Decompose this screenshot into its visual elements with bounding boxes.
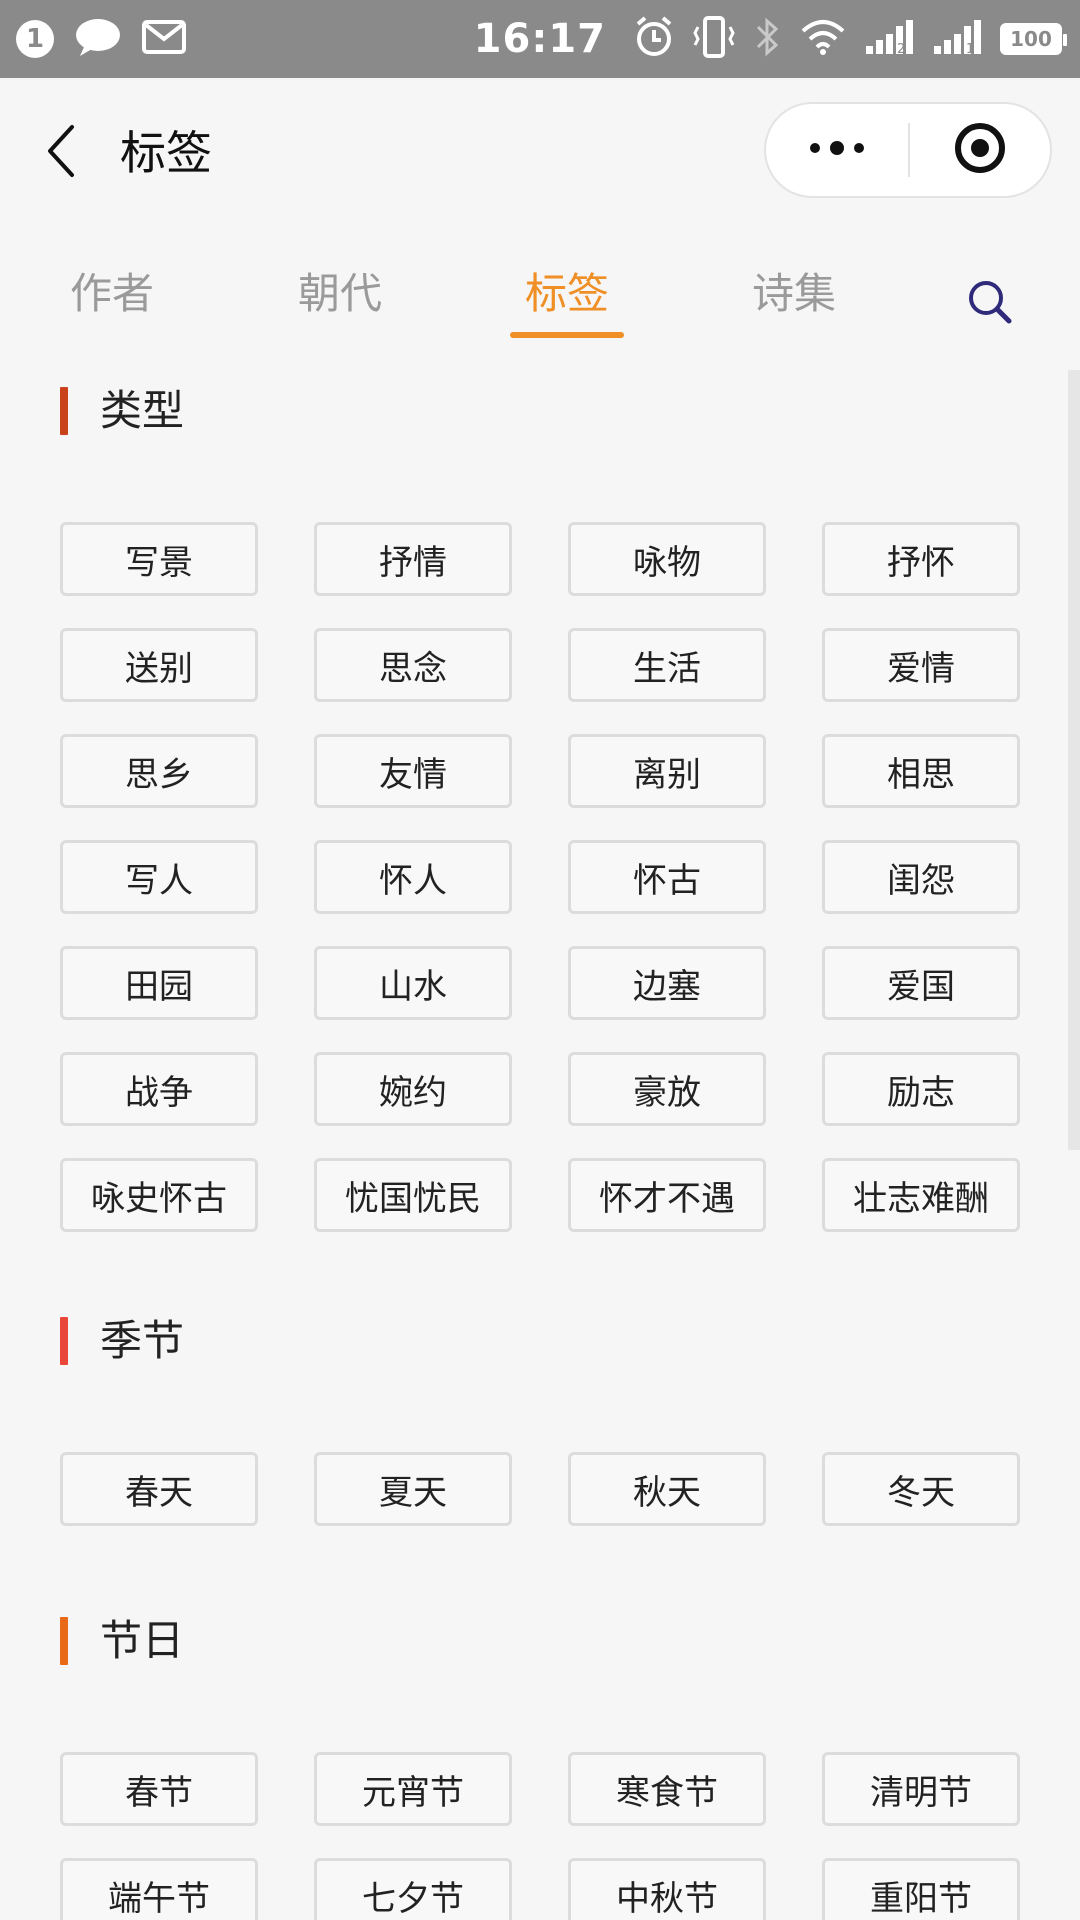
tag-grid-festival: 春节 元宵节 寒食节 清明节端午节 七夕节 中秋节 重阳节: [60, 1752, 1020, 1920]
tab-collections[interactable]: 诗集: [724, 252, 864, 340]
category-tabs: 作者 朝代 标签 诗集: [0, 252, 1080, 344]
tag-button[interactable]: 咏物: [568, 522, 766, 596]
tag-button[interactable]: 励志: [822, 1052, 1020, 1126]
section-header-season: 季节: [60, 1316, 184, 1366]
tab-tags[interactable]: 标签: [497, 252, 637, 340]
signal-sim2-icon: 2: [864, 18, 914, 60]
tab-dynasty[interactable]: 朝代: [270, 252, 410, 340]
tag-button[interactable]: 抒怀: [822, 522, 1020, 596]
back-chevron-icon: [44, 123, 78, 183]
tag-button[interactable]: 爱国: [822, 946, 1020, 1020]
tag-button[interactable]: 怀古: [568, 840, 766, 914]
tag-button[interactable]: 思念: [314, 628, 512, 702]
section-accent-bar: [60, 1317, 68, 1365]
tag-grid-type: 写景 抒情 咏物 抒怀送别 思念 生活 爱情思乡 友情 离别 相思写人 怀人 怀古 闺怨田园 山水 边塞 爱国…: [60, 522, 1020, 1232]
wifi-icon: [800, 18, 846, 60]
clock: 16:17: [473, 16, 606, 62]
tag-button[interactable]: 清明节: [822, 1752, 1020, 1826]
tag-button[interactable]: 春节: [60, 1752, 258, 1826]
tab-author[interactable]: 作者: [42, 252, 182, 340]
chat-icon: [74, 17, 122, 61]
vibrate-icon: [692, 15, 736, 63]
tag-button[interactable]: 婉约: [314, 1052, 512, 1126]
tag-button[interactable]: 思乡: [60, 734, 258, 808]
tag-button[interactable]: 七夕节: [314, 1858, 512, 1920]
tag-button[interactable]: 豪放: [568, 1052, 766, 1126]
section-accent-bar: [60, 387, 68, 435]
signal-sim1-icon: 1: [932, 18, 982, 60]
tag-button[interactable]: 写景: [60, 522, 258, 596]
tag-button[interactable]: 山水: [314, 946, 512, 1020]
mail-icon: [142, 20, 186, 58]
tag-button[interactable]: 抒情: [314, 522, 512, 596]
tag-button[interactable]: 边塞: [568, 946, 766, 1020]
tag-button[interactable]: 秋天: [568, 1452, 766, 1526]
tag-button[interactable]: 春天: [60, 1452, 258, 1526]
active-tab-indicator: [510, 332, 624, 338]
section-accent-bar: [60, 1617, 68, 1665]
tag-button[interactable]: 爱情: [822, 628, 1020, 702]
tag-button[interactable]: 壮志难酬: [822, 1158, 1020, 1232]
notification-badge: 1: [16, 20, 54, 58]
tag-button[interactable]: 中秋节: [568, 1858, 766, 1920]
tag-button[interactable]: 生活: [568, 628, 766, 702]
tag-button[interactable]: 送别: [60, 628, 258, 702]
close-button[interactable]: [910, 104, 1050, 196]
svg-text:1: 1: [966, 42, 974, 56]
tag-grid-season: 春天 夏天 秋天 冬天: [60, 1452, 1020, 1526]
more-dots-icon: [805, 138, 869, 162]
tag-button[interactable]: 战争: [60, 1052, 258, 1126]
bluetooth-icon: [754, 16, 782, 62]
status-left: 1: [16, 18, 186, 60]
tag-button[interactable]: 相思: [822, 734, 1020, 808]
search-icon: [966, 278, 1014, 330]
tag-button[interactable]: 重阳节: [822, 1858, 1020, 1920]
tag-button[interactable]: 怀人: [314, 840, 512, 914]
mini-program-capsule: [764, 102, 1052, 198]
search-button[interactable]: [960, 274, 1020, 334]
tag-button[interactable]: 元宵节: [314, 1752, 512, 1826]
section-title: 节日: [100, 1616, 185, 1665]
target-close-icon: [953, 121, 1007, 179]
tag-button[interactable]: 端午节: [60, 1858, 258, 1920]
tag-button[interactable]: 离别: [568, 734, 766, 808]
section-header-type: 类型: [60, 386, 184, 436]
section-header-festival: 节日: [60, 1616, 184, 1666]
page-title: 标签: [120, 126, 212, 180]
section-title: 季节: [100, 1316, 185, 1365]
more-button[interactable]: [766, 104, 908, 196]
svg-text:2: 2: [897, 42, 905, 56]
tag-button[interactable]: 田园: [60, 946, 258, 1020]
tag-button[interactable]: 忧国忧民: [314, 1158, 512, 1232]
back-button[interactable]: [36, 118, 86, 188]
nav-bar: 标签: [0, 78, 1080, 224]
tag-button[interactable]: 怀才不遇: [568, 1158, 766, 1232]
tag-button[interactable]: 咏史怀古: [60, 1158, 258, 1232]
tag-button[interactable]: 写人: [60, 840, 258, 914]
tag-button[interactable]: 友情: [314, 734, 512, 808]
section-title: 类型: [100, 386, 185, 435]
tag-button[interactable]: 夏天: [314, 1452, 512, 1526]
status-right: 16:17 2 1 100: [473, 15, 1067, 63]
tag-button[interactable]: 冬天: [822, 1452, 1020, 1526]
tag-button[interactable]: 闺怨: [822, 840, 1020, 914]
alarm-icon: [634, 16, 674, 62]
status-bar: 1 16:17 2 1 100: [0, 0, 1080, 78]
tag-button[interactable]: 寒食节: [568, 1752, 766, 1826]
battery-indicator: 100: [1000, 23, 1067, 55]
scroll-indicator[interactable]: [1068, 370, 1080, 1150]
